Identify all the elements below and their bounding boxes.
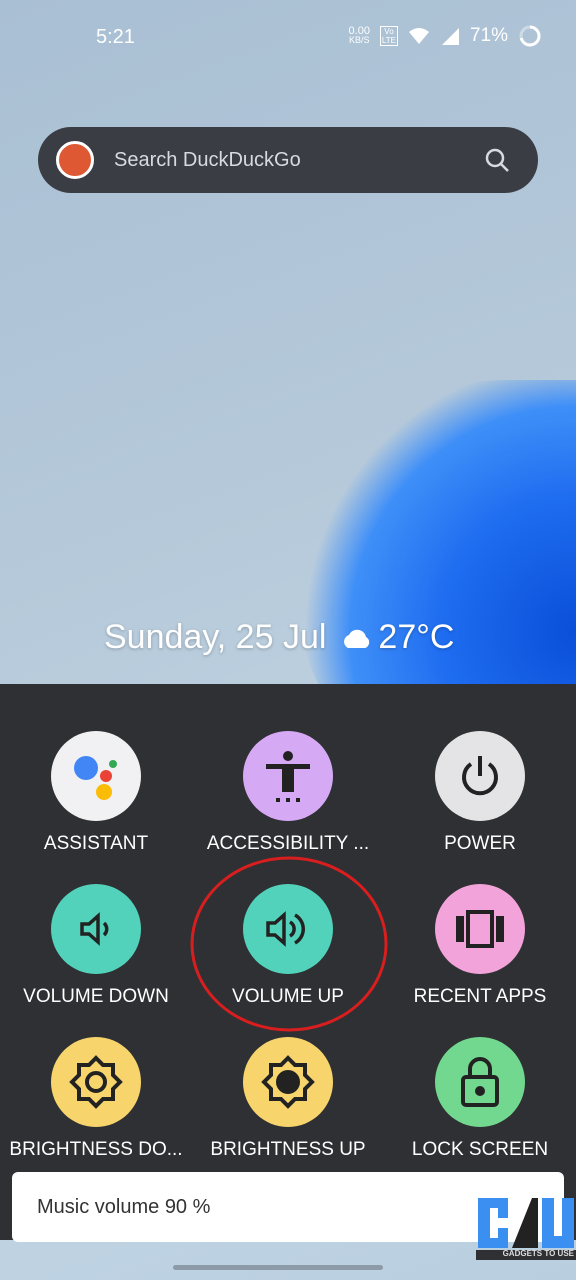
accessibility-menu-panel: ASSISTANT ACCESSIBILITY ... POWER VOLUME DO… [0, 684, 576, 1240]
battery-ring-icon [519, 25, 541, 47]
brightness-down-icon [51, 1037, 141, 1127]
status-bar: 5:21 0.00 KB/S Vo LTE 71% [0, 24, 576, 52]
lock-icon [435, 1037, 525, 1127]
menu-item-recent-apps[interactable]: RECENT APPS [384, 884, 576, 1008]
duckduckgo-logo-icon [56, 141, 94, 179]
brightness-up-icon [243, 1037, 333, 1127]
gesture-nav-bar[interactable] [173, 1265, 383, 1270]
toast-text: Music volume 90 % [37, 1195, 211, 1218]
temperature: 27°C [378, 618, 455, 656]
signal-icon [441, 28, 459, 45]
watermark-text: GADGETS TO USE [502, 1249, 574, 1258]
menu-item-label: POWER [444, 833, 516, 854]
assistant-icon [51, 731, 141, 821]
menu-item-brightness-do[interactable]: BRIGHTNESS DO... [0, 1037, 192, 1161]
menu-item-lock-screen[interactable]: LOCK SCREEN [384, 1037, 576, 1161]
menu-item-label: ASSISTANT [43, 833, 149, 854]
menu-item-label: ACCESSIBILITY ... [206, 833, 370, 854]
wifi-icon [408, 28, 429, 44]
red-highlight-circle [190, 856, 388, 1032]
menu-item-label: BRIGHTNESS DO... [9, 1139, 183, 1160]
search-placeholder: Search DuckDuckGo [114, 148, 301, 171]
menu-item-label: RECENT APPS [413, 986, 547, 1007]
menu-item-label: BRIGHTNESS UP [210, 1139, 366, 1160]
date-text: Sunday, 25 Jul [104, 618, 327, 656]
net-speed: 0.00 KB/S [348, 25, 370, 45]
volume-down-icon [51, 884, 141, 974]
clock: 5:21 [96, 26, 135, 48]
menu-item-label: VOLUME DOWN [23, 986, 169, 1007]
recent-apps-icon [435, 884, 525, 974]
power-icon [435, 731, 525, 821]
menu-item-accessibility[interactable]: ACCESSIBILITY ... [192, 731, 384, 855]
battery-percent: 71% [469, 25, 508, 46]
menu-item-power[interactable]: POWER [384, 731, 576, 855]
menu-item-volume-down[interactable]: VOLUME DOWN [0, 884, 192, 1008]
menu-item-assistant[interactable]: ASSISTANT [0, 731, 192, 855]
menu-item-label: LOCK SCREEN [411, 1139, 549, 1160]
cloud-icon [344, 629, 370, 648]
search-icon[interactable] [484, 147, 510, 173]
date-weather-widget[interactable]: Sunday, 25 Jul 27°C [104, 618, 454, 657]
menu-item-brightness-up[interactable]: BRIGHTNESS UP [192, 1037, 384, 1161]
accessibility-icon [243, 731, 333, 821]
volte-icon: Vo LTE [379, 26, 398, 46]
search-bar[interactable]: Search DuckDuckGo [38, 127, 538, 193]
